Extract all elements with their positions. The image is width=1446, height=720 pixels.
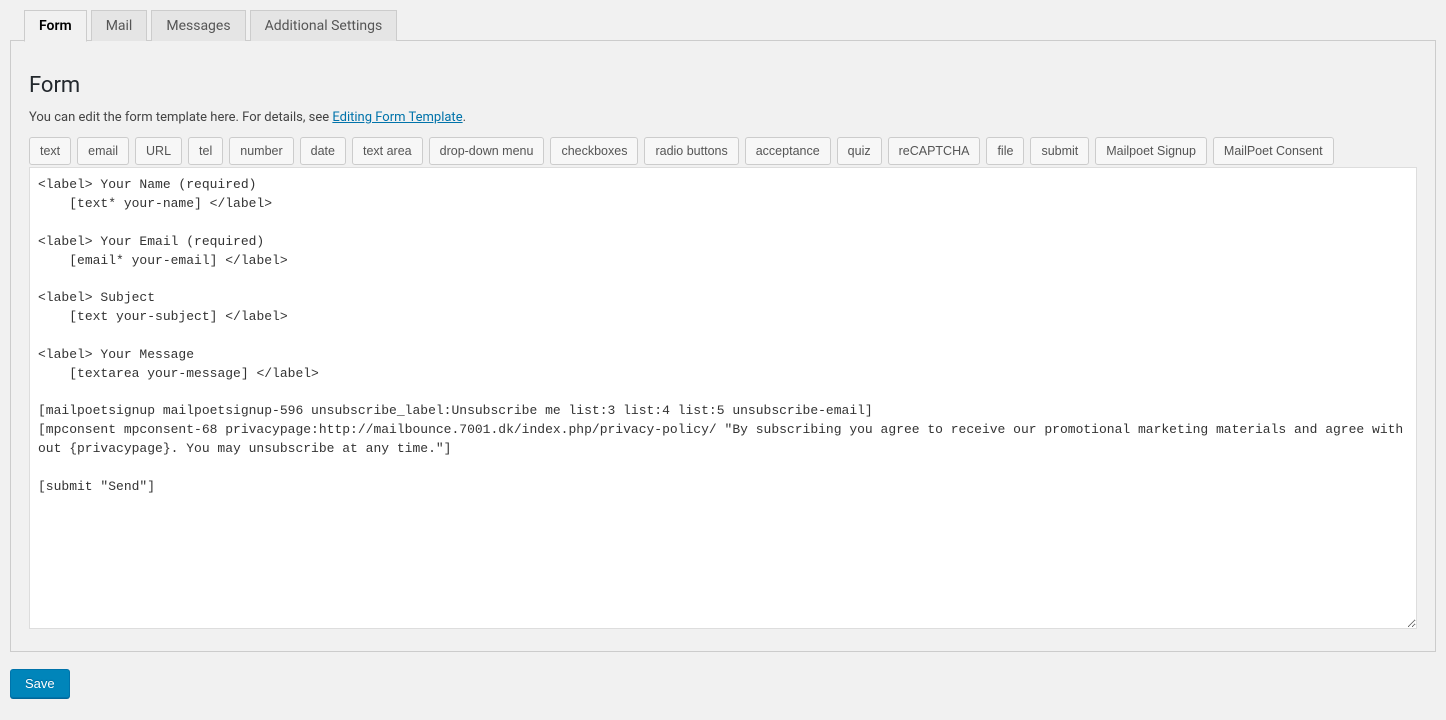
- tag-button-text-area[interactable]: text area: [352, 137, 423, 165]
- tag-button-email[interactable]: email: [77, 137, 129, 165]
- tag-button-tel[interactable]: tel: [188, 137, 223, 165]
- tag-button-radio-buttons[interactable]: radio buttons: [644, 137, 738, 165]
- tag-button-text[interactable]: text: [29, 137, 71, 165]
- tag-button-recaptcha[interactable]: reCAPTCHA: [888, 137, 981, 165]
- tag-button-date[interactable]: date: [300, 137, 346, 165]
- form-template-textarea[interactable]: [29, 167, 1417, 629]
- form-heading: Form: [29, 73, 1417, 98]
- save-button[interactable]: Save: [10, 669, 70, 698]
- tag-button-acceptance[interactable]: acceptance: [745, 137, 831, 165]
- tab-additional-settings[interactable]: Additional Settings: [250, 10, 398, 41]
- help-text-suffix: .: [463, 110, 466, 125]
- tag-button-url[interactable]: URL: [135, 137, 182, 165]
- help-link[interactable]: Editing Form Template: [332, 110, 462, 125]
- tab-mail[interactable]: Mail: [91, 10, 148, 41]
- tag-button-checkboxes[interactable]: checkboxes: [550, 137, 638, 165]
- help-text: You can edit the form template here. For…: [29, 110, 1417, 125]
- tag-button-submit[interactable]: submit: [1030, 137, 1089, 165]
- tag-button-mailpoet-consent[interactable]: MailPoet Consent: [1213, 137, 1334, 165]
- tag-button-quiz[interactable]: quiz: [837, 137, 882, 165]
- tab-messages[interactable]: Messages: [151, 10, 245, 41]
- help-text-prefix: You can edit the form template here. For…: [29, 110, 332, 125]
- tag-button-drop-down-menu[interactable]: drop-down menu: [429, 137, 545, 165]
- tag-button-number[interactable]: number: [229, 137, 293, 165]
- tag-button-mailpoet-signup[interactable]: Mailpoet Signup: [1095, 137, 1207, 165]
- tag-button-row: textemailURLtelnumberdatetext areadrop-d…: [29, 137, 1417, 165]
- form-panel: Form You can edit the form template here…: [10, 40, 1436, 652]
- tag-button-file[interactable]: file: [986, 137, 1024, 165]
- tab-list: FormMailMessagesAdditional Settings: [24, 10, 1436, 41]
- tab-form[interactable]: Form: [24, 10, 87, 42]
